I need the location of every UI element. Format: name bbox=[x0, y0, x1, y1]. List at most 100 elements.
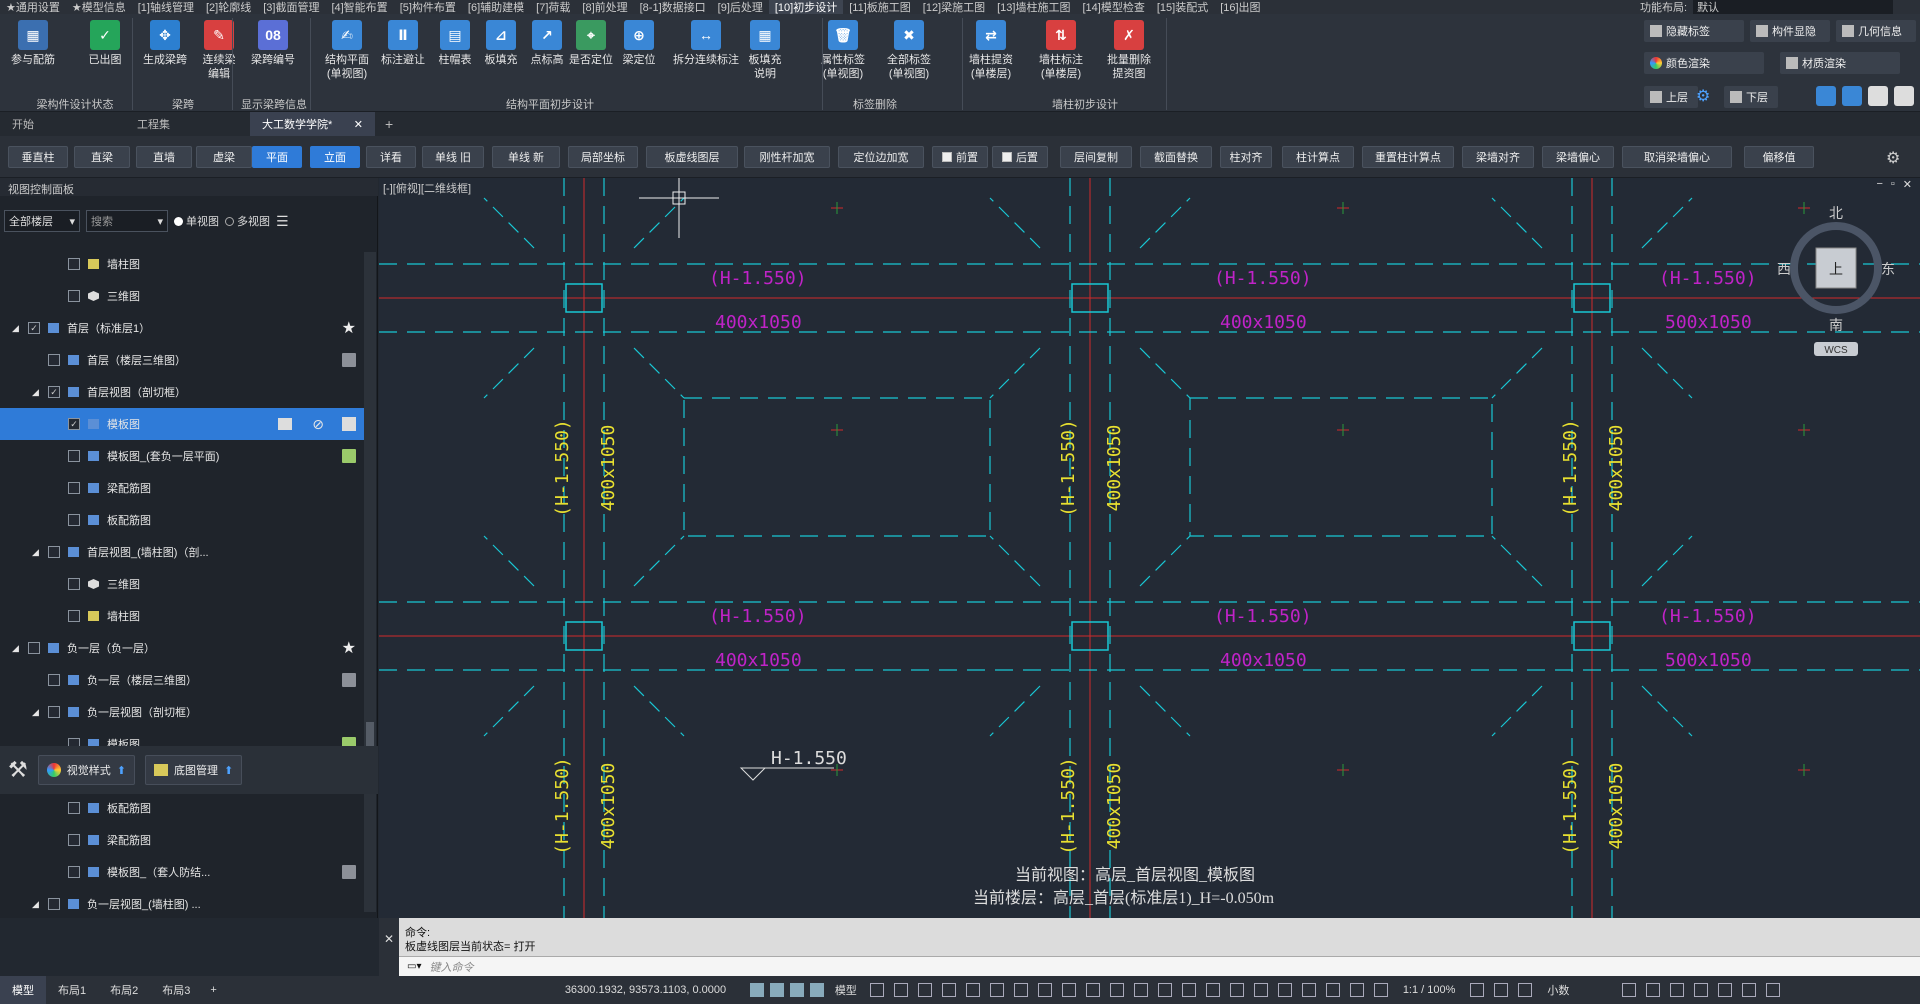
cad-drawing[interactable]: (H-1.550) 400x1050 (H-1.550) 400x1050 (H-1.5… bbox=[379, 178, 1920, 918]
beam-size-label[interactable]: 400x1050 bbox=[1606, 425, 1627, 512]
beam-elevation-label[interactable]: (H-1.550) bbox=[1058, 419, 1079, 517]
expand-icon[interactable]: ◢ bbox=[12, 643, 19, 654]
status-tool-icon[interactable] bbox=[1373, 983, 1388, 997]
ribbon-right-button[interactable]: 颜色渲染 bbox=[1644, 52, 1764, 74]
status-tool-icon[interactable] bbox=[1157, 983, 1172, 997]
cursor-icon[interactable] bbox=[769, 983, 784, 997]
add-layout-icon[interactable]: + bbox=[202, 984, 224, 996]
tool-button[interactable]: 前置 bbox=[932, 146, 988, 168]
tool-button[interactable]: 取消梁墙偏心 bbox=[1622, 146, 1732, 168]
status-tool-icon[interactable] bbox=[1694, 983, 1709, 997]
ribbon-button[interactable]: ⊕ 梁定位 bbox=[614, 20, 664, 67]
tree-node[interactable]: 三维图 bbox=[0, 568, 364, 600]
tree-checkbox[interactable]: ✓ bbox=[68, 418, 80, 430]
tree-node[interactable]: ◢ 负一层视图（剖切框） bbox=[0, 696, 364, 728]
ribbon-button[interactable]: ✥ 生成梁跨 bbox=[140, 20, 190, 67]
tree-checkbox[interactable] bbox=[28, 642, 40, 654]
layout-tab[interactable]: 布局3 bbox=[150, 982, 202, 998]
tool-button[interactable]: 板虚线图层 bbox=[646, 146, 738, 168]
close-icon[interactable]: ✕ bbox=[1903, 178, 1912, 191]
tool-button[interactable]: 层间复制 bbox=[1060, 146, 1132, 168]
tree-node[interactable]: ◢ 负一层（负一层） ★ bbox=[0, 632, 364, 664]
layout-tab[interactable]: 布局2 bbox=[98, 982, 150, 998]
status-tool-icon[interactable] bbox=[1301, 983, 1316, 997]
tree-checkbox[interactable] bbox=[68, 290, 80, 302]
ribbon-button[interactable]: Ⅱ 标注避让 bbox=[378, 20, 428, 67]
expand-icon[interactable]: ◢ bbox=[32, 707, 39, 718]
beam-elevation-label[interactable]: (H-1.550) bbox=[1214, 606, 1312, 627]
ribbon-button[interactable]: 08 梁跨编号 bbox=[248, 20, 298, 67]
document-tab[interactable]: 开始 bbox=[0, 112, 125, 136]
tool-button[interactable]: 立面 bbox=[310, 146, 360, 168]
image-icon[interactable] bbox=[342, 449, 356, 463]
status-tool-icon[interactable] bbox=[1109, 983, 1124, 997]
ribbon-button[interactable]: ⊿ 板填充 bbox=[476, 20, 526, 67]
ribbon-button[interactable]: ↔ 拆分连续标注 bbox=[668, 20, 744, 67]
tool-button[interactable]: 刚性杆加宽 bbox=[744, 146, 830, 168]
tree-checkbox[interactable] bbox=[48, 706, 60, 718]
tree-checkbox[interactable] bbox=[68, 802, 80, 814]
ribbon-button[interactable]: 🗑 属性标签 (单视图) bbox=[818, 20, 868, 81]
ribbon-button[interactable]: ⇄ 墙柱提资 (单楼层) bbox=[966, 20, 1016, 81]
tree-node[interactable]: 首层（楼层三维图） bbox=[0, 344, 364, 376]
viewport-label[interactable]: [-][俯视][二维线框] bbox=[383, 180, 471, 196]
tree-node[interactable]: 负一层（楼层三维图） bbox=[0, 664, 364, 696]
tree-node[interactable]: ◢ 负一层视图_(墙柱图) ... bbox=[0, 888, 364, 918]
tool-button[interactable]: 局部坐标 bbox=[568, 146, 638, 168]
grid-icon[interactable] bbox=[278, 418, 292, 430]
radio-single-view[interactable]: 单视图 bbox=[174, 213, 219, 229]
tool-button[interactable]: 柱计算点 bbox=[1282, 146, 1354, 168]
tool-button[interactable]: 截面替换 bbox=[1140, 146, 1212, 168]
beam-elevation-label[interactable]: (H-1.550) bbox=[709, 268, 807, 289]
tree-checkbox[interactable] bbox=[48, 898, 60, 910]
level-mark-label[interactable]: H-1.550 bbox=[771, 748, 847, 769]
status-tool-icon[interactable] bbox=[1205, 983, 1220, 997]
tool-button[interactable]: 梁墙对齐 bbox=[1462, 146, 1534, 168]
minimize-icon[interactable]: − bbox=[1876, 178, 1882, 191]
tree-checkbox[interactable] bbox=[68, 610, 80, 622]
tree-node[interactable]: ✓ 模板图 ⊘ bbox=[0, 408, 364, 440]
status-tool-icon[interactable] bbox=[1013, 983, 1028, 997]
tool-button[interactable]: 梁墙偏心 bbox=[1542, 146, 1614, 168]
tree-checkbox[interactable] bbox=[68, 258, 80, 270]
beam-size-label[interactable]: 400x1050 bbox=[598, 763, 619, 850]
ribbon-right-button[interactable]: 材质渲染 bbox=[1780, 52, 1900, 74]
drawing-canvas[interactable]: (H-1.550) 400x1050 (H-1.550) 400x1050 (H-1.5… bbox=[379, 178, 1920, 918]
status-tool-icon[interactable] bbox=[1494, 983, 1509, 997]
floor-3d-icon[interactable] bbox=[342, 353, 356, 367]
beam-size-label[interactable]: 400x1050 bbox=[1606, 763, 1627, 850]
menu-item[interactable]: [9]后处理 bbox=[712, 0, 769, 14]
menu-icon[interactable]: ☰ bbox=[276, 213, 289, 230]
status-tool-icon[interactable] bbox=[893, 983, 908, 997]
tree-checkbox[interactable] bbox=[68, 578, 80, 590]
menu-item[interactable]: [2]轮廓线 bbox=[200, 0, 257, 14]
menu-item[interactable]: [8-1]数据接口 bbox=[634, 0, 712, 14]
tool-button[interactable]: 单线 新 bbox=[492, 146, 560, 168]
compass-north[interactable]: 北 bbox=[1829, 205, 1843, 221]
beam-size-label[interactable]: 400x1050 bbox=[1104, 425, 1125, 512]
floor-3d-icon[interactable] bbox=[342, 865, 356, 879]
beam-elevation-label[interactable]: (H-1.550) bbox=[552, 757, 573, 855]
status-tool-icon[interactable] bbox=[1061, 983, 1076, 997]
status-tool-icon[interactable] bbox=[1718, 983, 1733, 997]
beam-size-label[interactable]: 400x1050 bbox=[715, 312, 802, 333]
status-tool-icon[interactable] bbox=[917, 983, 932, 997]
tree-checkbox[interactable] bbox=[48, 546, 60, 558]
status-tool-icon[interactable] bbox=[1229, 983, 1244, 997]
tool-button[interactable]: 重置柱计算点 bbox=[1362, 146, 1454, 168]
menu-item[interactable]: [13]墙柱施工图 bbox=[991, 0, 1076, 14]
tree-node[interactable]: 梁配筋图 bbox=[0, 824, 364, 856]
ribbon-right-button[interactable]: 构件显隐 bbox=[1750, 20, 1830, 42]
floor-3d-icon[interactable] bbox=[342, 673, 356, 687]
status-tool-icon[interactable] bbox=[1181, 983, 1196, 997]
compass-south[interactable]: 南 bbox=[1829, 317, 1843, 333]
expand-icon[interactable]: ◢ bbox=[32, 899, 39, 910]
star-icon[interactable]: ★ bbox=[342, 638, 356, 658]
image-icon[interactable] bbox=[789, 983, 804, 997]
expand-icon[interactable]: ◢ bbox=[32, 547, 39, 558]
status-tool-icon[interactable] bbox=[869, 983, 884, 997]
status-tool-icon[interactable] bbox=[1253, 983, 1268, 997]
status-tool-icon[interactable] bbox=[1325, 983, 1340, 997]
menu-item[interactable]: [5]构件布置 bbox=[394, 0, 462, 14]
beam-elevation-label[interactable]: (H-1.550) bbox=[1560, 419, 1581, 517]
